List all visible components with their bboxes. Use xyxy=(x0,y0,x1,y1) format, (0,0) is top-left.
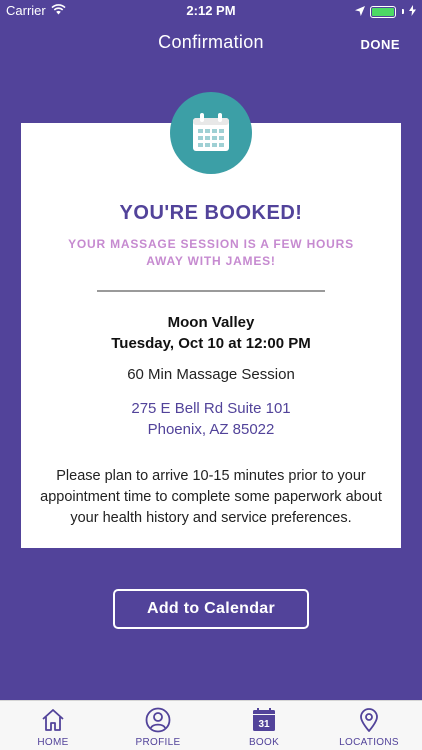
address-link[interactable]: 275 E Bell Rd Suite 101 Phoenix, AZ 8502… xyxy=(21,398,401,440)
battery-tip xyxy=(402,9,404,14)
tab-home[interactable]: HOME xyxy=(13,707,93,748)
service-name: 60 Min Massage Session xyxy=(127,366,295,383)
profile-icon xyxy=(145,707,171,733)
tab-profile[interactable]: PROFILE xyxy=(118,707,198,748)
battery-icon xyxy=(370,5,396,18)
calendar-icon xyxy=(193,113,229,151)
booked-heading: YOU'RE BOOKED! xyxy=(119,202,303,224)
add-to-calendar-button[interactable]: Add to Calendar xyxy=(113,589,309,629)
tab-book-label: BOOK xyxy=(248,737,280,748)
calendar-badge xyxy=(170,92,252,174)
charging-icon xyxy=(409,4,416,19)
location-arrow-icon xyxy=(355,4,365,19)
page-title: Confirmation xyxy=(158,32,264,52)
booking-subheading: YOUR MASSAGE SESSION IS A FEW HOURS AWAY… xyxy=(68,237,354,268)
arrival-note: Please plan to arrive 10-15 minutes prio… xyxy=(40,468,382,526)
status-bar: Carrier 2:12 PM xyxy=(0,0,422,22)
done-button[interactable]: DONE xyxy=(360,37,400,52)
home-icon xyxy=(42,709,64,731)
divider xyxy=(97,290,325,292)
address-line-1: 275 E Bell Rd Suite 101 xyxy=(131,400,291,417)
calendar-date-text: 31 xyxy=(258,719,270,730)
tab-locations-label: LOCATIONS xyxy=(339,737,399,748)
tab-home-label: HOME xyxy=(37,737,69,748)
tab-profile-label: PROFILE xyxy=(135,737,181,748)
appointment-datetime: Tuesday, Oct 10 at 12:00 PM xyxy=(111,335,311,352)
nav-bar: Confirmation DONE xyxy=(0,22,422,66)
status-right xyxy=(355,4,416,19)
location-pin-icon xyxy=(360,708,378,732)
tab-book[interactable]: 31 BOOK xyxy=(224,707,304,748)
tab-bar: HOME PROFILE 31 BOOK LOCATIONS xyxy=(0,700,422,750)
battery-level xyxy=(372,7,394,16)
calendar-icon: 31 xyxy=(253,708,275,731)
location-name: Moon Valley xyxy=(167,314,255,331)
tab-locations[interactable]: LOCATIONS xyxy=(329,707,409,748)
address-line-2: Phoenix, AZ 85022 xyxy=(147,421,275,438)
